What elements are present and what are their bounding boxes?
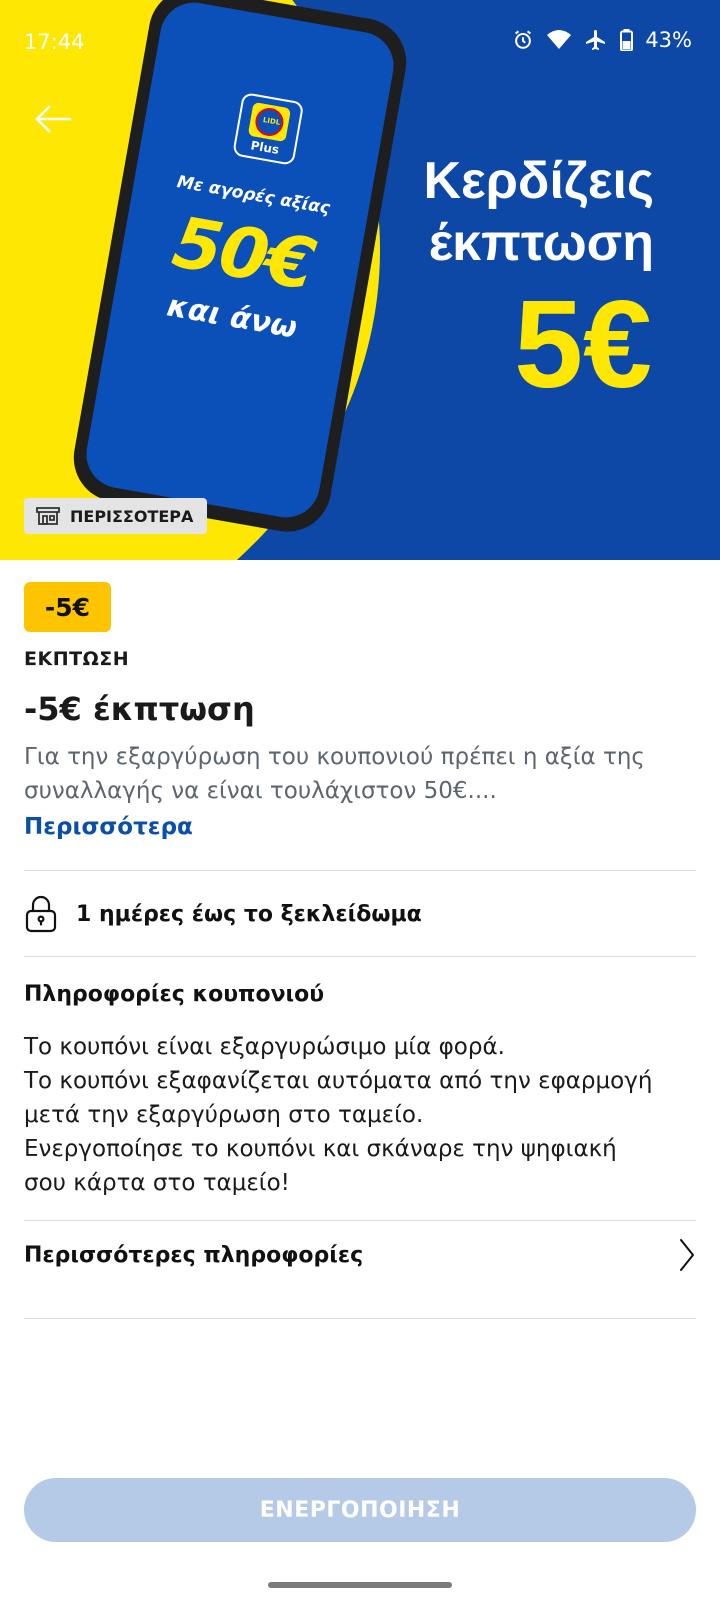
battery-percent: 43%	[645, 28, 692, 52]
more-info-row[interactable]: Περισσότερες πληροφορίες	[24, 1222, 696, 1288]
status-icons: 43%	[512, 28, 692, 52]
coupon-info-line: μετά την εξαργύρωση στο ταμείο.	[24, 1102, 424, 1128]
coupon-info-line: σου κάρτα στο ταμείο!	[24, 1170, 290, 1196]
more-chip[interactable]: ΠΕΡΙΣΣΟΤΕΡΑ	[24, 498, 208, 534]
hero-headline: Κερδίζεις έκπτωση	[424, 150, 655, 274]
status-bar: 17:44 43%	[0, 0, 720, 86]
unlock-countdown-row: 1 ημέρες έως το ξεκλείδωμα	[24, 894, 422, 934]
back-button[interactable]	[30, 96, 76, 142]
coupon-info-line: Ενεργοποίησε το κουπόνι και σκάναρε την …	[24, 1136, 617, 1162]
coupon-description-line1: Για την εξαργύρωση του κουπονιού πρέπει …	[24, 744, 645, 770]
hero-headline-line2: έκπτωση	[428, 214, 654, 272]
coupon-info-body: Το κουπόνι είναι εξαργυρώσιμο μία φορά. …	[24, 1030, 704, 1200]
more-link[interactable]: Περισσότερα	[24, 814, 193, 840]
coupon-info-title: Πληροφορίες κουπονιού	[24, 982, 325, 1007]
discount-badge: -5€	[24, 582, 111, 632]
status-time: 17:44	[24, 30, 85, 54]
more-info-label: Περισσότερες πληροφορίες	[24, 1242, 364, 1268]
airplane-icon	[584, 28, 608, 52]
home-indicator[interactable]	[268, 1582, 452, 1588]
battery-icon	[620, 29, 634, 51]
lock-icon	[25, 895, 57, 933]
divider	[24, 1318, 696, 1319]
chevron-right-icon	[680, 1239, 694, 1271]
alarm-icon	[512, 29, 534, 51]
lidl-logo-word: LIDL	[262, 115, 281, 127]
lidl-plus-label: Plus	[249, 138, 281, 157]
lidl-plus-logo: LIDL Plus	[232, 92, 305, 166]
coupon-title: -5€ έκπτωση	[24, 690, 255, 728]
divider	[24, 956, 696, 957]
unlock-countdown-text: 1 ημέρες έως το ξεκλείδωμα	[76, 901, 422, 927]
hero-headline-line1: Κερδίζεις	[423, 152, 655, 210]
coupon-info-line: Το κουπόνι εξαφανίζεται αυτόματα από την…	[24, 1068, 653, 1094]
hero-banner: LIDL Plus Με αγορές αξίας 50€ και άνω Κε…	[0, 0, 720, 560]
coupon-category: ΕΚΠΤΩΣΗ	[24, 648, 130, 670]
lidl-logo-square: LIDL	[247, 101, 292, 143]
store-icon	[36, 507, 60, 525]
activate-button[interactable]: ΕΝΕΡΓΟΠΟΙΗΣΗ	[24, 1478, 696, 1542]
coupon-description: Για την εξαργύρωση του κουπονιού πρέπει …	[24, 740, 694, 808]
lidl-logo-circle: LIDL	[253, 105, 286, 139]
divider	[24, 1220, 696, 1221]
more-chip-label: ΠΕΡΙΣΣΟΤΕΡΑ	[70, 506, 194, 526]
divider	[24, 870, 696, 871]
arrow-left-icon	[35, 105, 72, 133]
coupon-description-line2: συναλλαγής να είναι τουλάχιστον 50€....	[24, 778, 497, 804]
hero-discount-amount: 5€	[514, 276, 652, 414]
coupon-info-line: Το κουπόνι είναι εξαργυρώσιμο μία φορά.	[24, 1034, 505, 1060]
wifi-icon	[546, 29, 572, 51]
